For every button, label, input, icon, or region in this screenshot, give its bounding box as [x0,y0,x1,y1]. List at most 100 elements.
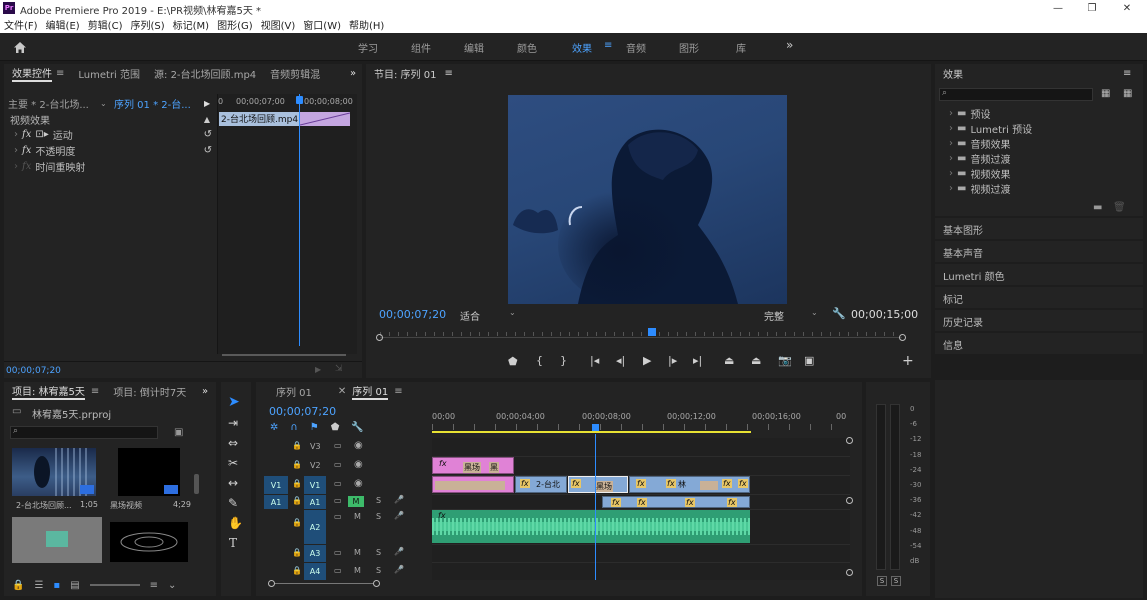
fx-icon[interactable]: fx [22,129,31,140]
scrubber-end-handle[interactable] [899,334,906,341]
scrubber-start-handle[interactable] [376,334,383,341]
eye-icon[interactable]: ◉ [354,440,363,451]
microphone-icon[interactable]: 🎤 [394,565,404,574]
section-lumetri-color[interactable]: Lumetri 颜色 [935,264,1143,285]
project-item-audio[interactable] [12,517,102,563]
panel-overflow-icon[interactable]: » [350,68,356,79]
menu-file[interactable]: 文件(F) [4,17,38,32]
expand-arrow-icon[interactable]: › [14,161,18,172]
32bit-effects-icon[interactable]: ▦ [1123,88,1132,99]
panel-menu-icon[interactable]: ≡ [91,386,99,397]
effects-search-input[interactable]: ⌕ [939,88,1093,101]
section-history[interactable]: 历史记录 [935,310,1143,331]
new-search-bin-icon[interactable]: ▣ [174,427,183,438]
effect-folder-audio-transitions[interactable]: › ▬ 音频过渡 [939,151,1139,166]
track-header-a1[interactable]: A1 🔒 A1 ▭ M S 🎤 [256,495,432,509]
project-scrollbar[interactable] [194,474,199,494]
playhead-handle[interactable] [648,328,656,336]
sync-icon[interactable]: ▭ [334,479,342,488]
track-header-v1[interactable]: V1 🔒 V1 ▭ ◉ [256,476,432,494]
workspace-tab-color[interactable]: 颜色 [517,40,572,55]
effect-folder-presets[interactable]: › ▬ 预设 [939,106,1139,121]
pen-icon[interactable]: ✎ [228,496,238,510]
panel-menu-icon[interactable]: ≡ [1123,68,1131,79]
zoom-slider[interactable] [89,584,140,586]
add-marker-icon[interactable]: ⬟ [331,422,340,433]
timeline-ruler[interactable]: 00;00 00;00;04;00 00;00;08;00 00;00;12;0… [432,412,850,434]
menu-help[interactable]: 帮助(H) [349,17,384,32]
workspace-tab-libraries[interactable]: 库 [736,40,786,55]
project-item-sequence[interactable] [110,522,188,562]
menu-edit[interactable]: 编辑(E) [46,17,80,32]
add-button-icon[interactable]: + [902,353,914,369]
razor-icon[interactable]: ✂ [228,456,238,470]
work-area-bar[interactable] [432,431,751,433]
section-info[interactable]: 信息 [935,333,1143,354]
hand-icon[interactable]: ✋ [228,516,243,530]
camera-icon[interactable]: 📷 [778,354,792,367]
lock-icon[interactable]: 🔒 [292,496,302,505]
playhead-handle[interactable] [296,96,303,104]
playhead-handle[interactable] [592,424,599,431]
expand-arrow-icon[interactable]: › [14,145,18,156]
tab-project-2[interactable]: 项目: 倒计时7天 [113,384,186,399]
menu-view[interactable]: 视图(V) [261,17,296,32]
sync-icon[interactable]: ▭ [334,566,342,575]
sync-icon[interactable]: ▭ [334,548,342,557]
timeline-tab-sequence-2[interactable]: 序列 01 [352,383,389,400]
home-icon[interactable] [12,40,28,54]
timeline-v-scroll-handle[interactable] [846,497,853,504]
section-essential-sound[interactable]: 基本声音 [935,241,1143,262]
lock-icon[interactable]: 🔒 [12,580,24,591]
panel-overflow-icon[interactable]: » [202,386,208,397]
sync-icon[interactable]: ▭ [334,496,342,505]
lock-icon[interactable]: 🔒 [292,548,302,557]
source-patch-v1[interactable]: V1 [264,476,288,494]
mute-button[interactable]: M [348,496,364,507]
tab-source[interactable]: 源: 2-台北场回顾.mp4 [154,66,256,81]
track-target-a1[interactable]: A1 [304,495,326,509]
project-item-black-video[interactable] [118,448,180,496]
section-markers[interactable]: 标记 [935,287,1143,308]
track-header-v3[interactable]: 🔒 V3 ▭ ◉ [256,438,432,456]
effects-panel-title[interactable]: 效果 [943,66,963,81]
project-search-input[interactable]: ⌕ [10,426,158,439]
tab-lumetri-scopes[interactable]: Lumetri 范围 [78,66,140,81]
solo-button[interactable]: S [376,496,381,505]
timeline-tab-sequence-1[interactable]: 序列 01 [276,384,312,399]
reset-icon[interactable]: ↺ [204,145,216,156]
type-tool-icon[interactable]: T [229,536,237,550]
sequence-clip-label[interactable]: 序列 01 * 2-台... [114,96,204,111]
ripple-edit-icon[interactable]: ⇔ [228,436,238,450]
workspace-tab-audio[interactable]: 音频 [626,40,679,55]
add-marker-icon[interactable]: ⬟ [508,355,518,368]
chevron-down-icon[interactable]: ⌄ [509,308,516,317]
effect-folder-lumetri-presets[interactable]: › ▬ Lumetri 预设 [939,121,1139,136]
play-icon[interactable]: ▶ [643,354,651,367]
effect-controls-timecode[interactable]: 00;00;07;20 [6,366,61,376]
lock-icon[interactable]: 🔒 [292,460,302,469]
icon-view-icon[interactable]: ▪ [53,580,60,591]
effect-folder-video-transitions[interactable]: › ▬ 视频过渡 [939,181,1139,196]
workspace-tab-graphics[interactable]: 图形 [679,40,736,55]
timeline-playhead[interactable] [595,434,596,580]
fx-icon[interactable]: fx [22,145,31,156]
track-header-a3[interactable]: 🔒 A3 ▭ M S 🎤 [256,545,432,562]
sync-icon[interactable]: ▭ [334,460,342,469]
effect-controls-mini-timeline[interactable]: 0 00;00;07;00 00;00;08;00 2-台北场回顾.mp4 [217,94,357,354]
video-frame[interactable] [508,95,787,304]
sync-icon[interactable]: ▭ [334,512,342,521]
timeline-h-scrollbar[interactable] [268,580,380,588]
microphone-icon[interactable]: 🎤 [394,511,404,520]
sync-icon[interactable]: ▭ [334,441,342,450]
timeline-v-scroll-handle[interactable] [846,569,853,576]
tab-effect-controls[interactable]: 效果控件 [12,65,52,82]
minimize-button[interactable]: — [1046,0,1070,16]
eye-icon[interactable]: ◉ [354,459,363,470]
tab-audio-clip-mixer[interactable]: 音频剪辑混 [270,66,320,81]
clip-a2-music[interactable]: fx [432,510,750,543]
lock-icon[interactable]: 🔒 [292,566,302,575]
mute-button[interactable]: M [354,512,361,521]
expand-arrow-icon[interactable]: › [14,129,18,140]
step-forward-icon[interactable]: |▸ [668,354,677,367]
